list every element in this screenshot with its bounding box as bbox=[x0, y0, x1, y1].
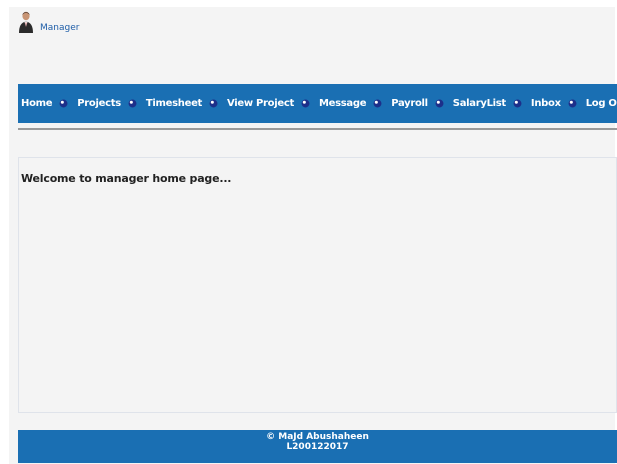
footer: © MaJd Abushaheen L200122017 bbox=[18, 430, 617, 463]
nav-item-label: Payroll bbox=[391, 98, 428, 109]
nav-item-label: Message bbox=[318, 98, 367, 109]
main-content: Welcome to manager home page... bbox=[18, 157, 617, 413]
blue-orb-bullet-icon bbox=[128, 99, 137, 108]
blue-orb-bullet-icon bbox=[568, 99, 577, 108]
blue-orb-bullet-icon bbox=[513, 99, 522, 108]
nav-item-payroll[interactable]: Payroll bbox=[391, 98, 453, 109]
manager-avatar-icon bbox=[19, 11, 33, 33]
nav-item-label: Timesheet bbox=[145, 98, 203, 109]
nav-item-view-project[interactable]: View Project bbox=[227, 98, 319, 109]
blue-orb-bullet-icon bbox=[209, 99, 218, 108]
nav-item-inbox[interactable]: Inbox bbox=[531, 98, 586, 109]
nav-item-log-out[interactable]: Log Out bbox=[586, 98, 617, 109]
nav-item-label: Log Out bbox=[585, 98, 617, 109]
header-divider bbox=[18, 128, 617, 130]
nav-item-message[interactable]: Message bbox=[319, 98, 391, 109]
blue-orb-bullet-icon bbox=[59, 99, 68, 108]
nav-item-home[interactable]: Home bbox=[21, 98, 77, 109]
page: Manager Home Projects Timesheet View Pro… bbox=[0, 0, 617, 464]
nav-item-label: Projects bbox=[77, 98, 121, 109]
nav-item-projects[interactable]: Projects bbox=[77, 98, 146, 109]
blue-orb-bullet-icon bbox=[301, 99, 310, 108]
nav-item-timesheet[interactable]: Timesheet bbox=[146, 98, 227, 109]
nav-item-label: SalaryList bbox=[452, 98, 506, 109]
nav-item-label: Home bbox=[21, 98, 53, 109]
user-role-label: Manager bbox=[40, 23, 80, 33]
nav-item-salarylist[interactable]: SalaryList bbox=[453, 98, 531, 109]
nav-item-label: Inbox bbox=[530, 98, 561, 109]
blue-orb-bullet-icon bbox=[435, 99, 444, 108]
footer-student-id: L200122017 bbox=[286, 442, 349, 452]
welcome-message: Welcome to manager home page... bbox=[21, 172, 232, 185]
main-nav: Home Projects Timesheet View Project Mes… bbox=[18, 84, 617, 123]
user-bar: Manager bbox=[18, 10, 79, 34]
footer-copyright: © MaJd Abushaheen bbox=[266, 432, 369, 442]
blue-orb-bullet-icon bbox=[373, 99, 382, 108]
nav-item-label: View Project bbox=[227, 98, 294, 109]
